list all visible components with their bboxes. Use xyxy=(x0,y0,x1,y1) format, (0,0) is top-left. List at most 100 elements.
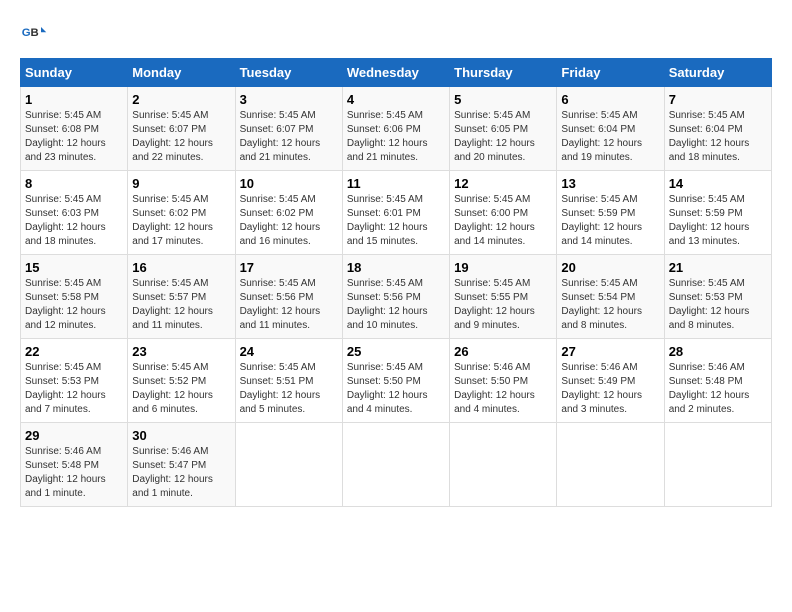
day-info: Sunrise: 5:45 AMSunset: 6:03 PMDaylight:… xyxy=(25,193,123,249)
day-info: Sunrise: 5:45 AMSunset: 5:53 PMDaylight:… xyxy=(25,361,123,417)
day-info: Sunrise: 5:45 AMSunset: 5:56 PMDaylight:… xyxy=(240,277,338,333)
day-header-friday: Friday xyxy=(557,59,664,87)
calendar-cell: 7 Sunrise: 5:45 AMSunset: 6:04 PMDaylight… xyxy=(664,87,771,171)
day-number: 16 xyxy=(132,260,230,275)
calendar-cell: 5 Sunrise: 5:45 AMSunset: 6:05 PMDaylight… xyxy=(450,87,557,171)
day-info: Sunrise: 5:45 AMSunset: 6:08 PMDaylight:… xyxy=(25,109,123,165)
day-number: 23 xyxy=(132,344,230,359)
day-info: Sunrise: 5:46 AMSunset: 5:50 PMDaylight:… xyxy=(454,361,552,417)
calendar-cell: 9 Sunrise: 5:45 AMSunset: 6:02 PMDaylight… xyxy=(128,171,235,255)
day-number: 10 xyxy=(240,176,338,191)
day-number: 14 xyxy=(669,176,767,191)
day-number: 17 xyxy=(240,260,338,275)
day-info: Sunrise: 5:45 AMSunset: 6:01 PMDaylight:… xyxy=(347,193,445,249)
calendar-cell: 23 Sunrise: 5:45 AMSunset: 5:52 PMDayligh… xyxy=(128,339,235,423)
day-number: 8 xyxy=(25,176,123,191)
calendar-week-row: 29 Sunrise: 5:46 AMSunset: 5:48 PMDayligh… xyxy=(21,423,772,507)
calendar-cell: 28 Sunrise: 5:46 AMSunset: 5:48 PMDayligh… xyxy=(664,339,771,423)
calendar-cell: 27Sunrise: 5:46 AMSunset: 5:49 PMDayligh… xyxy=(557,339,664,423)
logo: G B xyxy=(20,20,52,48)
calendar-cell xyxy=(450,423,557,507)
calendar-cell xyxy=(557,423,664,507)
day-number: 29 xyxy=(25,428,123,443)
calendar-cell: 13 Sunrise: 5:45 AMSunset: 5:59 PMDayligh… xyxy=(557,171,664,255)
calendar-cell xyxy=(664,423,771,507)
day-info: Sunrise: 5:45 AMSunset: 6:07 PMDaylight:… xyxy=(240,109,338,165)
logo-icon: G B xyxy=(20,20,48,48)
day-info: Sunrise: 5:45 AMSunset: 6:04 PMDaylight:… xyxy=(669,109,767,165)
day-number: 19 xyxy=(454,260,552,275)
day-info: Sunrise: 5:45 AMSunset: 5:52 PMDaylight:… xyxy=(132,361,230,417)
day-number: 9 xyxy=(132,176,230,191)
day-info: Sunrise: 5:45 AMSunset: 5:55 PMDaylight:… xyxy=(454,277,552,333)
calendar-week-row: 1 Sunrise: 5:45 AMSunset: 6:08 PMDaylight… xyxy=(21,87,772,171)
day-header-sunday: Sunday xyxy=(21,59,128,87)
day-number: 28 xyxy=(669,344,767,359)
calendar-cell: 29 Sunrise: 5:46 AMSunset: 5:48 PMDayligh… xyxy=(21,423,128,507)
day-info: Sunrise: 5:46 AMSunset: 5:48 PMDaylight:… xyxy=(25,445,123,501)
calendar-cell: 22Sunrise: 5:45 AMSunset: 5:53 PMDayligh… xyxy=(21,339,128,423)
day-number: 4 xyxy=(347,92,445,107)
day-number: 15 xyxy=(25,260,123,275)
calendar-cell: 11 Sunrise: 5:45 AMSunset: 6:01 PMDayligh… xyxy=(342,171,449,255)
calendar-cell xyxy=(235,423,342,507)
calendar-cell: 16 Sunrise: 5:45 AMSunset: 5:57 PMDayligh… xyxy=(128,255,235,339)
day-info: Sunrise: 5:45 AMSunset: 5:51 PMDaylight:… xyxy=(240,361,338,417)
calendar-week-row: 8 Sunrise: 5:45 AMSunset: 6:03 PMDaylight… xyxy=(21,171,772,255)
day-info: Sunrise: 5:45 AMSunset: 6:06 PMDaylight:… xyxy=(347,109,445,165)
calendar-cell: 4 Sunrise: 5:45 AMSunset: 6:06 PMDaylight… xyxy=(342,87,449,171)
day-header-saturday: Saturday xyxy=(664,59,771,87)
day-info: Sunrise: 5:45 AMSunset: 6:02 PMDaylight:… xyxy=(240,193,338,249)
calendar-cell: 21 Sunrise: 5:45 AMSunset: 5:53 PMDayligh… xyxy=(664,255,771,339)
calendar-header-row: SundayMondayTuesdayWednesdayThursdayFrid… xyxy=(21,59,772,87)
day-number: 21 xyxy=(669,260,767,275)
calendar-cell: 12 Sunrise: 5:45 AMSunset: 6:00 PMDayligh… xyxy=(450,171,557,255)
calendar-cell: 30Sunrise: 5:46 AMSunset: 5:47 PMDayligh… xyxy=(128,423,235,507)
day-info: Sunrise: 5:45 AMSunset: 5:57 PMDaylight:… xyxy=(132,277,230,333)
calendar-cell: 10 Sunrise: 5:45 AMSunset: 6:02 PMDayligh… xyxy=(235,171,342,255)
calendar-week-row: 22Sunrise: 5:45 AMSunset: 5:53 PMDayligh… xyxy=(21,339,772,423)
calendar-cell: 17 Sunrise: 5:45 AMSunset: 5:56 PMDayligh… xyxy=(235,255,342,339)
day-header-monday: Monday xyxy=(128,59,235,87)
day-info: Sunrise: 5:45 AMSunset: 5:59 PMDaylight:… xyxy=(669,193,767,249)
day-info: Sunrise: 5:45 AMSunset: 6:02 PMDaylight:… xyxy=(132,193,230,249)
day-number: 5 xyxy=(454,92,552,107)
calendar-cell: 26 Sunrise: 5:46 AMSunset: 5:50 PMDayligh… xyxy=(450,339,557,423)
calendar-cell: 15 Sunrise: 5:45 AMSunset: 5:58 PMDayligh… xyxy=(21,255,128,339)
day-info: Sunrise: 5:46 AMSunset: 5:48 PMDaylight:… xyxy=(669,361,767,417)
calendar-cell: 3 Sunrise: 5:45 AMSunset: 6:07 PMDaylight… xyxy=(235,87,342,171)
day-number: 11 xyxy=(347,176,445,191)
calendar-cell: 2Sunrise: 5:45 AMSunset: 6:07 PMDaylight… xyxy=(128,87,235,171)
day-info: Sunrise: 5:45 AMSunset: 6:00 PMDaylight:… xyxy=(454,193,552,249)
day-number: 24 xyxy=(240,344,338,359)
svg-text:B: B xyxy=(31,27,39,39)
day-info: Sunrise: 5:45 AMSunset: 6:04 PMDaylight:… xyxy=(561,109,659,165)
day-number: 7 xyxy=(669,92,767,107)
calendar-table: SundayMondayTuesdayWednesdayThursdayFrid… xyxy=(20,58,772,507)
day-header-thursday: Thursday xyxy=(450,59,557,87)
calendar-cell: 18 Sunrise: 5:45 AMSunset: 5:56 PMDayligh… xyxy=(342,255,449,339)
day-info: Sunrise: 5:45 AMSunset: 5:50 PMDaylight:… xyxy=(347,361,445,417)
day-info: Sunrise: 5:45 AMSunset: 5:53 PMDaylight:… xyxy=(669,277,767,333)
day-number: 18 xyxy=(347,260,445,275)
day-info: Sunrise: 5:45 AMSunset: 5:56 PMDaylight:… xyxy=(347,277,445,333)
day-number: 13 xyxy=(561,176,659,191)
day-info: Sunrise: 5:45 AMSunset: 5:59 PMDaylight:… xyxy=(561,193,659,249)
calendar-cell: 14 Sunrise: 5:45 AMSunset: 5:59 PMDayligh… xyxy=(664,171,771,255)
day-info: Sunrise: 5:45 AMSunset: 6:07 PMDaylight:… xyxy=(132,109,230,165)
calendar-cell: 24 Sunrise: 5:45 AMSunset: 5:51 PMDayligh… xyxy=(235,339,342,423)
day-number: 3 xyxy=(240,92,338,107)
day-number: 1 xyxy=(25,92,123,107)
day-header-wednesday: Wednesday xyxy=(342,59,449,87)
day-header-tuesday: Tuesday xyxy=(235,59,342,87)
day-number: 12 xyxy=(454,176,552,191)
day-number: 20 xyxy=(561,260,659,275)
day-info: Sunrise: 5:46 AMSunset: 5:47 PMDaylight:… xyxy=(132,445,230,501)
day-number: 6 xyxy=(561,92,659,107)
calendar-cell: 19 Sunrise: 5:45 AMSunset: 5:55 PMDayligh… xyxy=(450,255,557,339)
day-info: Sunrise: 5:46 AMSunset: 5:49 PMDaylight:… xyxy=(561,361,659,417)
header: G B xyxy=(20,20,772,48)
day-info: Sunrise: 5:45 AMSunset: 6:05 PMDaylight:… xyxy=(454,109,552,165)
day-info: Sunrise: 5:45 AMSunset: 5:58 PMDaylight:… xyxy=(25,277,123,333)
day-number: 26 xyxy=(454,344,552,359)
